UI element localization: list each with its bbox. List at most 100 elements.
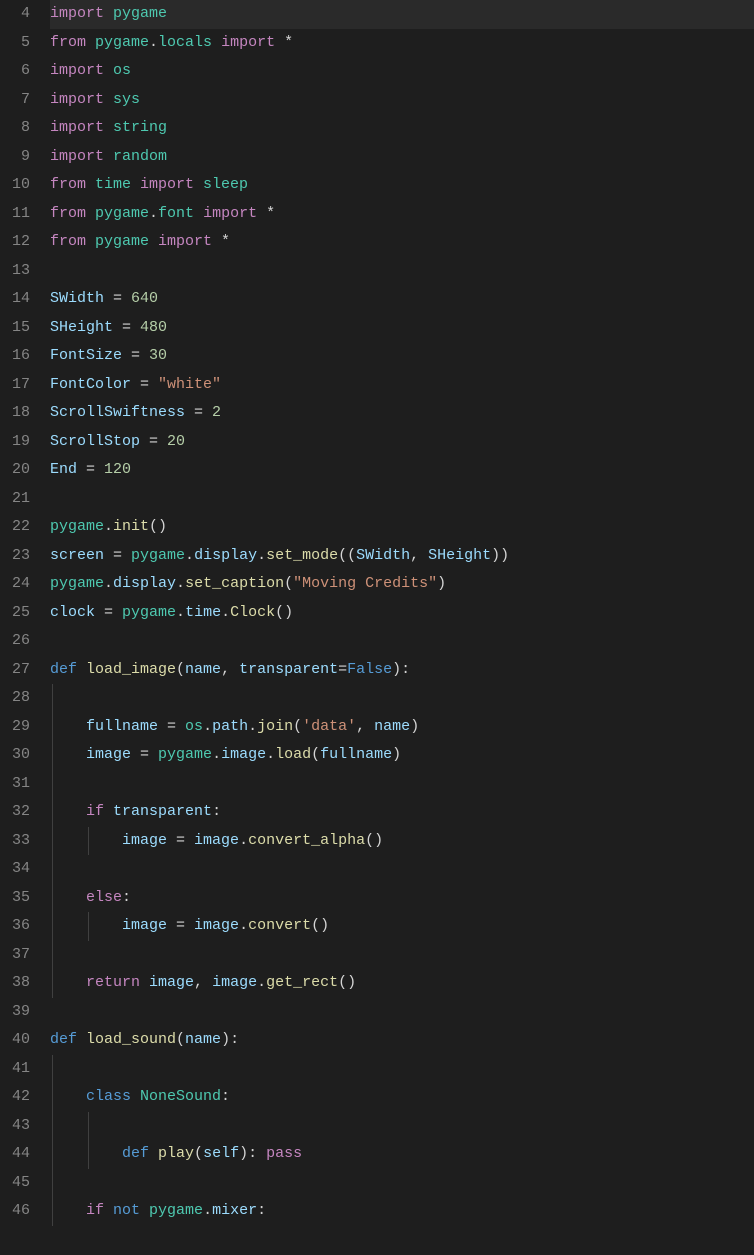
- code-token: convert_alpha: [248, 832, 365, 849]
- code-token: import: [149, 233, 221, 250]
- code-line[interactable]: def load_sound(name):: [50, 1026, 754, 1055]
- code-token: .: [239, 832, 248, 849]
- code-token: SWidth: [50, 290, 104, 307]
- code-token: pygame: [50, 575, 104, 592]
- code-token: .: [203, 1202, 212, 1219]
- code-line[interactable]: class NoneSound:: [50, 1083, 754, 1112]
- code-editor[interactable]: 4567891011121314151617181920212223242526…: [0, 0, 754, 1255]
- indent-guide: [88, 827, 89, 856]
- code-token: .: [176, 575, 185, 592]
- code-line[interactable]: [50, 770, 754, 799]
- code-token: import: [50, 62, 113, 79]
- code-token: .: [104, 518, 113, 535]
- code-line[interactable]: SWidth = 640: [50, 285, 754, 314]
- code-line[interactable]: [50, 1169, 754, 1198]
- code-token: =: [104, 290, 131, 307]
- code-token: path: [212, 718, 248, 735]
- indent-guide: [52, 684, 53, 713]
- code-line[interactable]: FontSize = 30: [50, 342, 754, 371]
- code-token: ,: [356, 718, 374, 735]
- code-line[interactable]: if transparent:: [50, 798, 754, 827]
- code-line[interactable]: [50, 257, 754, 286]
- code-line[interactable]: from pygame.locals import *: [50, 29, 754, 58]
- code-line[interactable]: [50, 1055, 754, 1084]
- code-line[interactable]: pygame.init(): [50, 513, 754, 542]
- code-token: load_image: [86, 661, 176, 678]
- code-line[interactable]: from pygame import *: [50, 228, 754, 257]
- code-token: sys: [113, 91, 140, 108]
- code-line[interactable]: image = image.convert_alpha(): [50, 827, 754, 856]
- code-line[interactable]: from time import sleep: [50, 171, 754, 200]
- indent-guide: [52, 798, 53, 827]
- code-line[interactable]: if not pygame.mixer:: [50, 1197, 754, 1226]
- code-token: ): [437, 575, 446, 592]
- code-token: set_mode: [266, 547, 338, 564]
- code-line[interactable]: [50, 855, 754, 884]
- code-line[interactable]: clock = pygame.time.Clock(): [50, 599, 754, 628]
- code-token: self: [203, 1145, 239, 1162]
- line-number: 36: [10, 912, 30, 941]
- code-line[interactable]: import sys: [50, 86, 754, 115]
- code-line[interactable]: [50, 998, 754, 1027]
- code-line[interactable]: import pygame: [50, 0, 754, 29]
- indent-guide: [52, 741, 53, 770]
- line-number: 31: [10, 770, 30, 799]
- code-token: .: [257, 974, 266, 991]
- code-line[interactable]: from pygame.font import *: [50, 200, 754, 229]
- code-line[interactable]: [50, 1112, 754, 1141]
- code-line[interactable]: ScrollSwiftness = 2: [50, 399, 754, 428]
- code-token: =: [185, 404, 212, 421]
- code-area[interactable]: import pygamefrom pygame.locals import *…: [50, 0, 754, 1255]
- code-line[interactable]: def load_image(name, transparent=False):: [50, 656, 754, 685]
- line-number: 19: [10, 428, 30, 457]
- code-token: )): [491, 547, 509, 564]
- code-token: name: [374, 718, 410, 735]
- code-line[interactable]: [50, 485, 754, 514]
- code-token: =: [122, 347, 149, 364]
- line-number: 28: [10, 684, 30, 713]
- code-token: locals: [158, 34, 212, 51]
- code-line[interactable]: import random: [50, 143, 754, 172]
- line-number: 26: [10, 627, 30, 656]
- code-token: =: [338, 661, 347, 678]
- code-line[interactable]: SHeight = 480: [50, 314, 754, 343]
- indent-guide: [52, 770, 53, 799]
- code-line[interactable]: FontColor = "white": [50, 371, 754, 400]
- code-token: (: [293, 718, 302, 735]
- indent-guide: [52, 827, 53, 856]
- code-token: ):: [239, 1145, 266, 1162]
- code-token: ): [410, 718, 419, 735]
- code-token: "white": [158, 376, 221, 393]
- code-token: play: [158, 1145, 194, 1162]
- code-token: if: [86, 803, 113, 820]
- code-line[interactable]: return image, image.get_rect(): [50, 969, 754, 998]
- code-token: os: [185, 718, 203, 735]
- code-line[interactable]: [50, 627, 754, 656]
- code-line[interactable]: image = image.convert(): [50, 912, 754, 941]
- line-number: 32: [10, 798, 30, 827]
- code-line[interactable]: image = pygame.image.load(fullname): [50, 741, 754, 770]
- code-line[interactable]: [50, 941, 754, 970]
- code-line[interactable]: End = 120: [50, 456, 754, 485]
- line-number: 9: [10, 143, 30, 172]
- code-line[interactable]: ScrollStop = 20: [50, 428, 754, 457]
- code-token: string: [113, 119, 167, 136]
- code-line[interactable]: import string: [50, 114, 754, 143]
- code-token: 640: [131, 290, 158, 307]
- code-line[interactable]: def play(self): pass: [50, 1140, 754, 1169]
- code-line[interactable]: fullname = os.path.join('data', name): [50, 713, 754, 742]
- code-token: (: [176, 1031, 185, 1048]
- line-number: 10: [10, 171, 30, 200]
- code-token: SWidth: [356, 547, 410, 564]
- code-line[interactable]: else:: [50, 884, 754, 913]
- code-token: def: [50, 661, 86, 678]
- line-number: 20: [10, 456, 30, 485]
- code-line[interactable]: pygame.display.set_caption("Moving Credi…: [50, 570, 754, 599]
- indent-guide: [52, 1083, 53, 1112]
- code-line[interactable]: [50, 684, 754, 713]
- code-token: [50, 1202, 86, 1219]
- code-token: import: [50, 5, 113, 22]
- line-number: 41: [10, 1055, 30, 1084]
- code-line[interactable]: screen = pygame.display.set_mode((SWidth…: [50, 542, 754, 571]
- code-line[interactable]: import os: [50, 57, 754, 86]
